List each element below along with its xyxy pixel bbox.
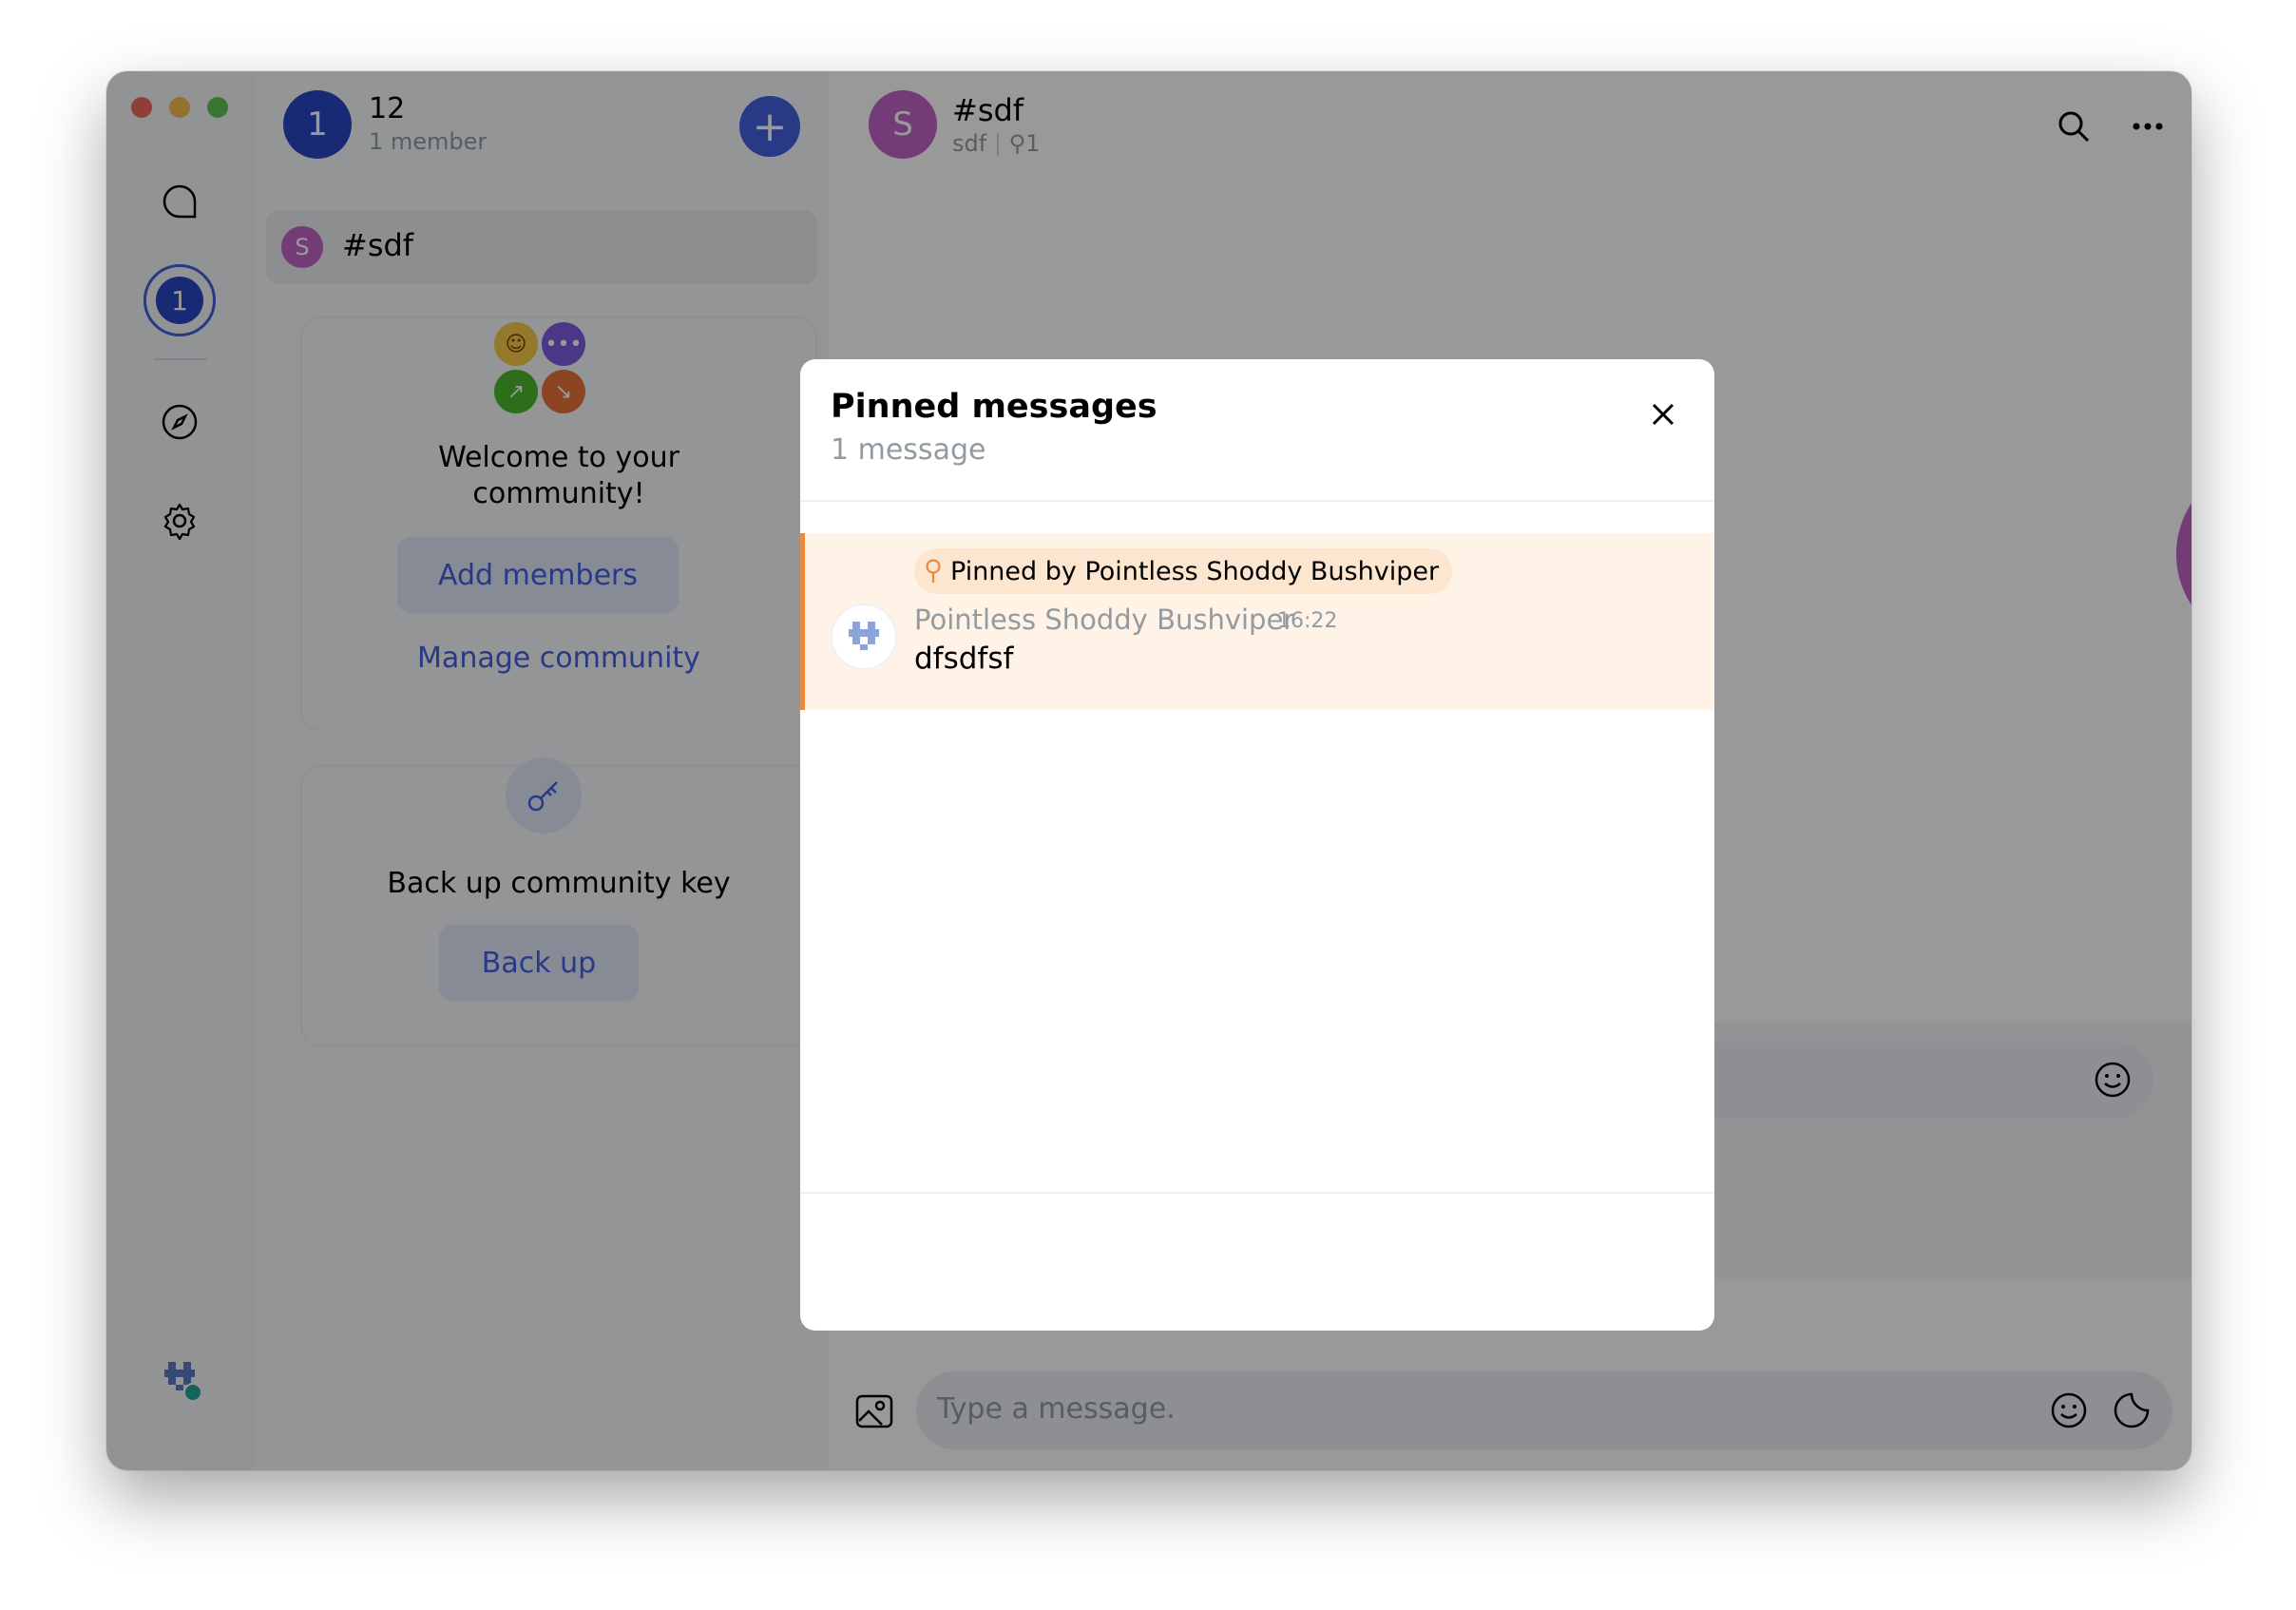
pinned-by-text: Pinned by Pointless Shoddy Bushviper	[950, 556, 1440, 586]
pin-icon	[926, 559, 941, 583]
message-author-avatar[interactable]	[831, 604, 897, 670]
app-window: 1 1 12 1 member + S #sdf ☺ ••• ↗ ↘ Welco…	[106, 71, 2191, 1470]
modal-title: Pinned messages	[831, 388, 1158, 426]
pinned-accent-bar	[800, 533, 805, 710]
pinned-message-item[interactable]: Pinned by Pointless Shoddy Bushviper Poi…	[800, 533, 1714, 710]
close-icon[interactable]	[1640, 392, 1686, 437]
message-text: dfsdfsf	[914, 642, 1014, 676]
message-author-name[interactable]: Pointless Shoddy Bushviper	[914, 604, 1294, 636]
modal-subtitle: 1 message	[831, 433, 986, 467]
pinned-by-tag: Pinned by Pointless Shoddy Bushviper	[914, 548, 1453, 594]
pinned-messages-modal: Pinned messages 1 message Pinned by Poin…	[800, 359, 1714, 1331]
modal-header-divider	[800, 500, 1714, 502]
message-timestamp: 16:22	[1277, 609, 1338, 633]
modal-footer-divider	[800, 1192, 1714, 1194]
